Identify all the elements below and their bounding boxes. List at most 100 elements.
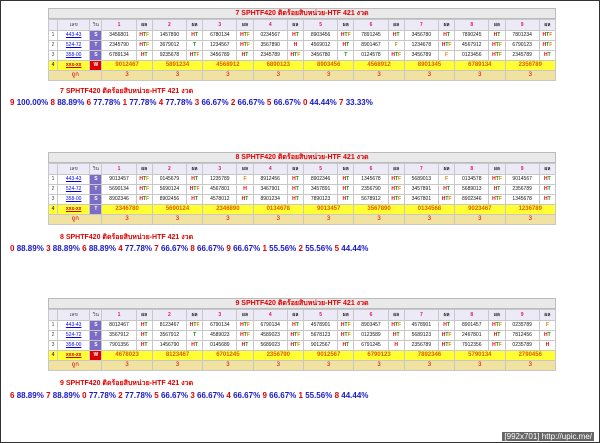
match-result-cell: F <box>438 174 456 185</box>
match-result-cell: HT <box>286 184 304 195</box>
header-cell <box>47 163 59 175</box>
stat-digit: 9 <box>10 98 15 107</box>
stat-percent: 66.67% <box>160 244 189 253</box>
header-number: 6 <box>353 309 389 321</box>
summary-value: 6701245 <box>202 350 254 361</box>
header-result: ผล <box>286 309 304 321</box>
match-result-cell: HT <box>488 184 506 195</box>
hit-count-value: 3 <box>151 360 204 371</box>
match-result-cell: HTF <box>186 184 204 195</box>
digit-set-cell: 3457891 <box>403 184 440 195</box>
match-result-cell: HTF <box>438 340 456 351</box>
row-code-link[interactable]: 443-43 <box>57 30 91 41</box>
digit-set-cell: 0235789 <box>504 320 540 331</box>
stat-digit: 3 <box>46 244 51 253</box>
match-result-cell: HT <box>135 50 153 61</box>
digit-set-cell: 5689013 <box>454 184 490 195</box>
match-result-cell: HTF <box>135 40 153 51</box>
header-number: 8 <box>454 163 490 175</box>
digit-set-cell: 2356790 <box>353 184 389 195</box>
header-result: ผล <box>488 309 506 321</box>
match-result-cell: HT <box>337 184 355 195</box>
digit-set-cell: 3567912 <box>151 330 188 341</box>
stat-digit: 2 <box>230 98 236 107</box>
hit-count-value: 3 <box>454 360 506 371</box>
hit-count-value: 3 <box>202 360 254 371</box>
match-result-cell: HTF <box>286 340 304 351</box>
match-result-cell: HTF <box>337 30 355 41</box>
stat-percent: 88.89% <box>57 98 85 107</box>
digit-set-cell: 2345789 <box>252 50 288 61</box>
stat-percent: 44.44% <box>309 98 337 107</box>
header-cell: เลข <box>57 19 91 31</box>
digit-set-cell: 8902346 <box>101 194 137 205</box>
match-result-cell: HT <box>438 30 456 41</box>
match-result-cell: HT <box>186 340 204 351</box>
stat-digit: 8 <box>334 391 340 400</box>
row-code-link[interactable]: 524-72 <box>57 40 91 51</box>
header-number: 2 <box>151 163 188 175</box>
header-cell: วิน <box>89 309 103 321</box>
digit-set-cell: 2467801 <box>454 330 490 341</box>
match-result-cell: HT <box>337 174 355 185</box>
row-index: 3 <box>47 50 59 61</box>
digit-stats-line: 9 100.00% 8 88.89% 6 77.78% 1 77.78% 4 7… <box>10 98 373 107</box>
row-code-link[interactable]: 524-72 <box>57 330 91 341</box>
summary-code-link[interactable]: xxx-xx <box>57 350 91 361</box>
summary-type-badge: W <box>89 60 103 71</box>
digit-set-cell: 0123456 <box>454 50 490 61</box>
summary-value: 2356790 <box>252 350 304 361</box>
header-number: 5 <box>302 309 339 321</box>
row-code-link[interactable]: 443-43 <box>57 174 91 185</box>
summary-code-link[interactable]: xxx-xx <box>57 60 91 71</box>
stat-digit: 1 <box>298 391 303 400</box>
stat-digit: 0 <box>302 98 308 107</box>
digit-stats-line: 6 88.89% 7 88.89% 0 77.78% 2 77.78% 5 66… <box>10 391 368 400</box>
row-type-badge: T <box>89 330 103 341</box>
digit-set-cell: 3456780 <box>302 50 339 61</box>
match-result-cell: HT <box>286 30 304 41</box>
match-result-cell: HT <box>186 174 204 185</box>
header-result: ผล <box>337 19 355 31</box>
stat-percent: 66.67% <box>233 244 261 253</box>
stat-digit: 6 <box>86 98 92 107</box>
match-result-cell: HTF <box>387 174 405 185</box>
summary-code-link[interactable]: xxx-xx <box>57 204 91 215</box>
match-result-cell: HTF <box>286 50 304 61</box>
stat-digit: 5 <box>154 391 159 400</box>
stat-digit: 7 <box>154 244 159 253</box>
row-code-link[interactable]: 358-00 <box>57 340 91 351</box>
digit-set-cell: 4567912 <box>454 40 490 51</box>
match-result-cell: HT <box>135 330 153 341</box>
match-result-cell: H <box>286 40 304 51</box>
hit-count-label: ถูก <box>47 214 103 225</box>
digit-set-cell: 6790134 <box>202 320 238 331</box>
digit-set-cell: 5678912 <box>353 194 389 205</box>
stat-digit: 8 <box>50 98 55 107</box>
summary-type-badge: W <box>89 350 103 361</box>
match-result-cell: HTF <box>135 174 153 185</box>
stat-percent: 66.67% <box>201 98 229 107</box>
summary-row: 4 xxx-xx W 4678023 8123467 6701245 2356790 9012… <box>47 350 557 361</box>
match-result-cell: HT <box>438 320 456 331</box>
match-result-cell: HTF <box>538 30 557 41</box>
row-code-link[interactable]: 443-43 <box>57 320 91 331</box>
digit-set-cell: 5690134 <box>101 184 137 195</box>
row-code-link[interactable]: 358-00 <box>57 50 91 61</box>
stat-digit: 2 <box>118 391 123 400</box>
match-result-cell: HT <box>538 50 557 61</box>
summary-value: 9013457 <box>302 204 355 215</box>
header-result: ผล <box>135 163 153 175</box>
row-code-link[interactable]: 524-72 <box>57 184 91 195</box>
stat-percent: 55.56% <box>269 244 297 253</box>
digit-set-cell: 7801234 <box>504 30 540 41</box>
digit-set-cell: 1234678 <box>403 40 440 51</box>
header-number: 8 <box>454 309 490 321</box>
digit-set-cell: 3456789 <box>202 50 238 61</box>
digit-set-cell: 3456780 <box>403 30 440 41</box>
digit-set-cell: 9012567 <box>302 340 339 351</box>
digit-set-cell: 1456790 <box>151 340 188 351</box>
hit-count-value: 3 <box>403 214 456 225</box>
row-code-link[interactable]: 358-00 <box>57 194 91 205</box>
summary-value: 3567890 <box>353 204 405 215</box>
